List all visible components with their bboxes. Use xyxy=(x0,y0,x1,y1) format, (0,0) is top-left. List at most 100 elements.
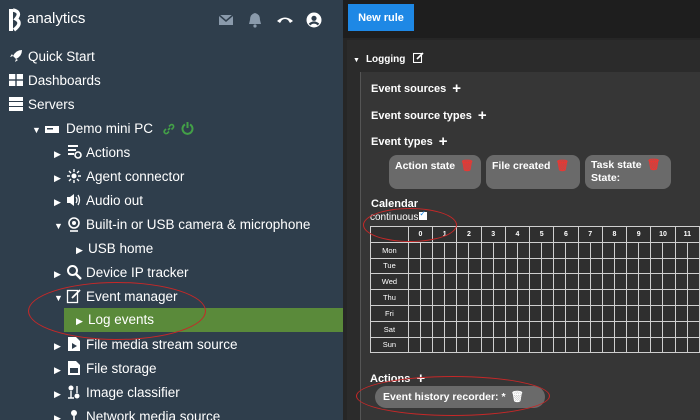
hour-slot[interactable] xyxy=(589,289,603,306)
hour-slot[interactable] xyxy=(662,304,676,322)
hour-slot[interactable] xyxy=(553,336,567,354)
hour-slot[interactable] xyxy=(407,273,421,291)
hour-slot[interactable] xyxy=(577,336,591,354)
hour-slot[interactable] xyxy=(516,273,531,291)
hour-slot[interactable] xyxy=(456,304,470,322)
calendar-grid[interactable]: 0 1 2 3 4 5 6 7 8 9 10 11 Mon Tue Wed Thu Fri Sat Sun xyxy=(370,226,700,354)
link-icon[interactable] xyxy=(163,119,177,142)
trash-icon[interactable]: 🗑 xyxy=(647,159,661,171)
hour-slot[interactable] xyxy=(674,273,688,291)
chevron-right-icon[interactable]: ▶ xyxy=(54,191,66,214)
hour-slot[interactable] xyxy=(504,336,518,354)
chevron-right-icon[interactable]: ▶ xyxy=(54,383,66,406)
tree-item-log-events[interactable]: ▶ Log events xyxy=(64,308,343,332)
hour-slot[interactable] xyxy=(480,241,494,259)
hour-slot[interactable] xyxy=(432,241,446,259)
tree-item-file-storage[interactable]: ▶ File storage xyxy=(54,357,157,380)
hour-slot[interactable] xyxy=(492,257,506,275)
hour-slot[interactable] xyxy=(613,304,628,322)
tree-item-actions[interactable]: ▶ Actions xyxy=(54,141,130,164)
event-type-chip-task-state[interactable]: Task state 🗑 State: xyxy=(585,155,671,189)
hour-slot[interactable] xyxy=(553,320,567,338)
hour-slot[interactable] xyxy=(419,336,434,354)
hour-slot[interactable] xyxy=(504,289,518,306)
mail-icon[interactable] xyxy=(218,12,234,28)
hour-slot[interactable] xyxy=(638,320,652,338)
tree-item-event-manager[interactable]: ▼ Event manager xyxy=(54,285,178,308)
hour-slot[interactable] xyxy=(456,336,470,354)
hour-slot[interactable] xyxy=(601,273,615,291)
chevron-right-icon[interactable]: ▶ xyxy=(54,143,66,166)
hour-slot[interactable] xyxy=(529,257,543,275)
hour-slot[interactable] xyxy=(432,257,446,275)
hour-slot[interactable] xyxy=(492,273,506,291)
hour-slot[interactable] xyxy=(565,336,579,354)
chevron-right-icon[interactable]: ▶ xyxy=(54,335,66,358)
hour-slot[interactable] xyxy=(444,320,458,338)
event-type-chip-action-state[interactable]: Action state 🗑 xyxy=(389,155,481,189)
chevron-right-icon[interactable]: ▶ xyxy=(76,239,88,262)
trash-icon[interactable]: 🗑 xyxy=(511,391,524,403)
hour-slot[interactable] xyxy=(589,241,603,259)
hour-slot[interactable] xyxy=(577,257,591,275)
hour-slot[interactable] xyxy=(601,304,615,322)
hour-slot[interactable] xyxy=(419,304,434,322)
hour-slot[interactable] xyxy=(613,289,628,306)
hour-slot[interactable] xyxy=(589,257,603,275)
tree-item-network-media-source[interactable]: ▶ Network media source xyxy=(54,405,220,420)
hour-slot[interactable] xyxy=(432,336,446,354)
hour-slot[interactable] xyxy=(638,304,652,322)
hour-slot[interactable] xyxy=(456,289,470,306)
hour-slot[interactable] xyxy=(589,320,603,338)
hour-slot[interactable] xyxy=(650,336,664,354)
hour-slot[interactable] xyxy=(613,241,628,259)
hour-slot[interactable] xyxy=(480,273,494,291)
hour-slot[interactable] xyxy=(565,320,579,338)
hour-slot[interactable] xyxy=(601,241,615,259)
hour-slot[interactable] xyxy=(686,241,700,259)
chevron-down-icon[interactable]: ▼ xyxy=(54,287,66,310)
hour-slot[interactable] xyxy=(613,273,628,291)
hour-slot[interactable] xyxy=(650,304,664,322)
hour-slot[interactable] xyxy=(577,241,591,259)
hour-slot[interactable] xyxy=(444,304,458,322)
hour-slot[interactable] xyxy=(468,273,482,291)
hour-slot[interactable] xyxy=(407,320,421,338)
hour-slot[interactable] xyxy=(565,241,579,259)
hour-slot[interactable] xyxy=(480,320,494,338)
hour-slot[interactable] xyxy=(492,289,506,306)
hour-slot[interactable] xyxy=(662,241,676,259)
hour-slot[interactable] xyxy=(626,241,640,259)
hour-slot[interactable] xyxy=(541,304,555,322)
hour-slot[interactable] xyxy=(686,304,700,322)
tree-item-image-classifier[interactable]: ▶ Image classifier xyxy=(54,381,180,404)
tree-item-camera[interactable]: ▼ Built-in or USB camera & microphone xyxy=(54,213,310,236)
hour-slot[interactable] xyxy=(686,336,700,354)
hour-slot[interactable] xyxy=(613,257,628,275)
hour-slot[interactable] xyxy=(650,241,664,259)
hour-slot[interactable] xyxy=(565,289,579,306)
hour-slot[interactable] xyxy=(662,257,676,275)
tree-item-agent-connector[interactable]: ▶ Agent connector xyxy=(54,165,184,188)
hour-slot[interactable] xyxy=(468,304,482,322)
add-event-type-icon[interactable]: + xyxy=(439,133,448,150)
hour-slot[interactable] xyxy=(419,273,434,291)
hour-slot[interactable] xyxy=(480,257,494,275)
hour-slot[interactable] xyxy=(553,273,567,291)
nav-servers[interactable]: Servers xyxy=(8,93,75,116)
hour-slot[interactable] xyxy=(577,304,591,322)
hour-slot[interactable] xyxy=(650,273,664,291)
hour-slot[interactable] xyxy=(589,336,603,354)
trash-icon[interactable]: 🗑 xyxy=(460,160,474,172)
hour-slot[interactable] xyxy=(407,336,421,354)
power-icon[interactable] xyxy=(181,119,195,142)
hour-slot[interactable] xyxy=(541,336,555,354)
hour-slot[interactable] xyxy=(516,320,531,338)
hour-slot[interactable] xyxy=(674,257,688,275)
hour-slot[interactable] xyxy=(674,320,688,338)
hour-slot[interactable] xyxy=(504,304,518,322)
hour-slot[interactable] xyxy=(504,257,518,275)
hour-slot[interactable] xyxy=(516,336,531,354)
chevron-right-icon[interactable]: ▶ xyxy=(54,167,66,190)
hour-slot[interactable] xyxy=(492,320,506,338)
